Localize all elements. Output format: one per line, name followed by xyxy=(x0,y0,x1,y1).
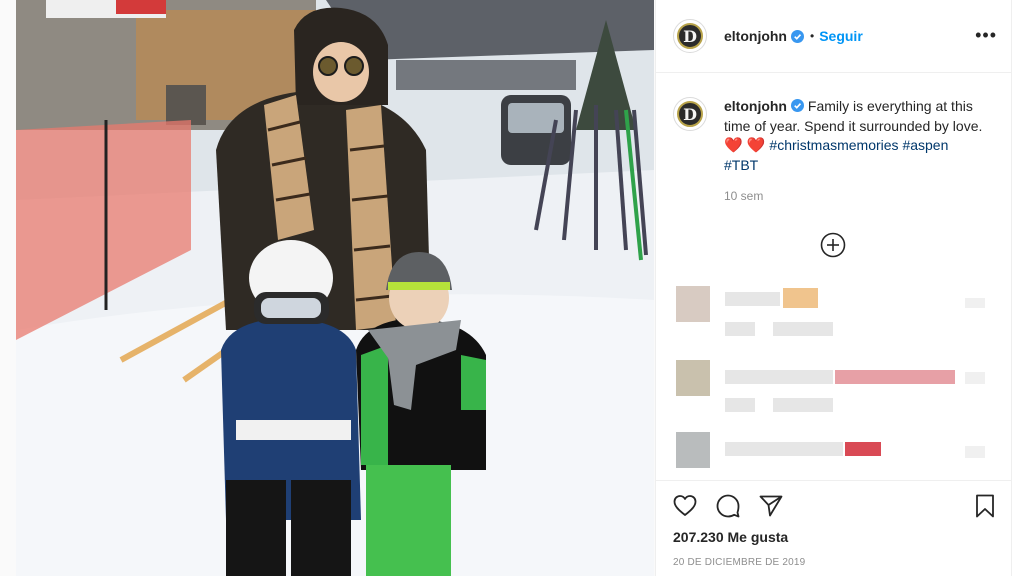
post-photo[interactable] xyxy=(16,0,654,576)
post-side-panel: D eltonjohn • Seguir ••• D eltonjohn Fam… xyxy=(655,0,1012,576)
avatar-letter: D xyxy=(677,23,703,49)
heart-outline-icon[interactable] xyxy=(672,493,698,519)
comment-bubble-icon[interactable] xyxy=(715,493,741,519)
verified-badge-icon xyxy=(791,29,804,43)
author-username[interactable]: eltonjohn xyxy=(724,28,787,44)
paper-plane-icon[interactable] xyxy=(758,493,784,519)
verified-badge-icon xyxy=(791,99,804,112)
post-caption: D eltonjohn Family is everything at this… xyxy=(673,97,993,207)
blurred-comment xyxy=(673,286,993,336)
caption-avatar[interactable]: D xyxy=(673,97,707,131)
post-time-ago[interactable]: 10 sem xyxy=(724,187,986,207)
more-options-button[interactable]: ••• xyxy=(975,26,997,44)
plus-circle-icon[interactable] xyxy=(820,232,846,258)
heart-emoji: ❤️ ❤️ xyxy=(724,137,766,154)
blurred-comment xyxy=(673,360,993,412)
post-actions: 207.230 Me gusta 20 DE DICIEMBRE DE 2019 xyxy=(656,480,1011,577)
hashtag-aspen[interactable]: #aspen xyxy=(902,137,948,153)
caption-body: eltonjohn Family is everything at this t… xyxy=(724,97,986,207)
separator-dot: • xyxy=(810,29,815,43)
follow-button[interactable]: Seguir xyxy=(819,28,863,44)
post-header: D eltonjohn • Seguir ••• xyxy=(656,0,1011,73)
likes-count[interactable]: 207.230 Me gusta xyxy=(673,529,788,545)
blurred-comment xyxy=(673,432,993,476)
post-media-area xyxy=(0,0,655,576)
author-avatar[interactable]: D xyxy=(673,19,707,53)
bookmark-icon[interactable] xyxy=(972,493,998,519)
post-date: 20 DE DICIEMBRE DE 2019 xyxy=(673,557,806,568)
hashtag-christmasmemories[interactable]: #christmasmemories xyxy=(769,137,898,153)
caption-username[interactable]: eltonjohn xyxy=(724,98,787,114)
avatar-letter: D xyxy=(677,101,703,127)
hashtag-tbt[interactable]: #TBT xyxy=(724,157,758,173)
